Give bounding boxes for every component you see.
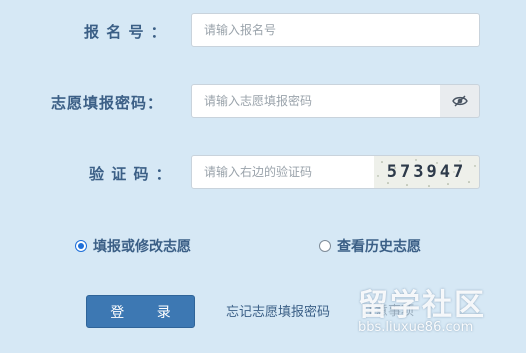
radio-unchecked-icon: [319, 240, 331, 252]
radio-view-history-label: 查看历史志愿: [337, 239, 421, 255]
password-label: 志愿填报密码：: [51, 94, 164, 112]
captcha-image[interactable]: 573947: [374, 155, 480, 189]
captcha-label: 验 证 码 ：: [89, 165, 172, 183]
password-input[interactable]: [191, 84, 441, 118]
registration-number-input[interactable]: [191, 13, 480, 47]
radio-fill-or-modify-label: 填报或修改志愿: [93, 239, 191, 255]
forgot-password-link[interactable]: 忘记志愿填报密码: [226, 301, 330, 320]
login-button[interactable]: 登 录: [86, 295, 195, 328]
captcha-input[interactable]: [191, 155, 375, 189]
eye-slash-icon: [451, 92, 468, 111]
radio-fill-or-modify[interactable]: 填报或修改志愿: [75, 236, 191, 256]
radio-checked-icon: [75, 240, 87, 252]
password-visibility-toggle[interactable]: [440, 84, 480, 118]
notice-link[interactable]: 注意事项: [362, 300, 414, 319]
captcha-code: 573947: [386, 162, 467, 182]
radio-view-history[interactable]: 查看历史志愿: [319, 236, 421, 256]
watermark-url: bbs.liuxue86.com: [358, 320, 474, 335]
registration-number-label: 报 名 号 ：: [84, 23, 167, 41]
